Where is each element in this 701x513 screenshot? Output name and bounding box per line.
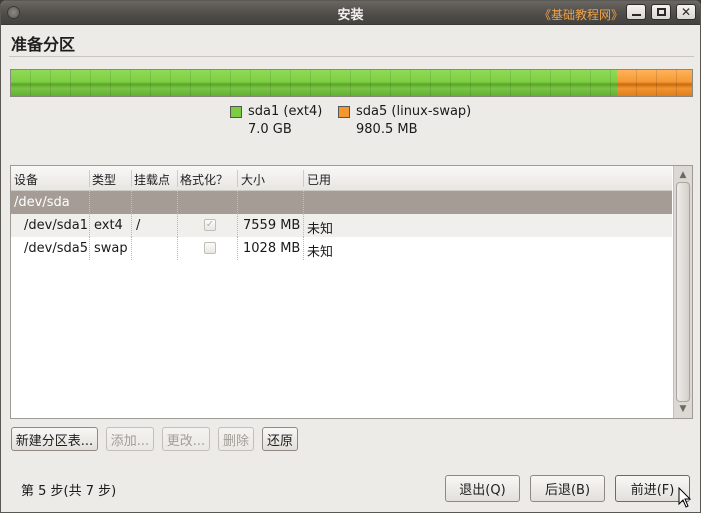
table-row-disk[interactable]: /dev/sda — [11, 191, 672, 214]
column-separator — [303, 191, 304, 214]
header-separator — [131, 170, 132, 187]
column-separator — [177, 237, 178, 260]
header-separator — [177, 170, 178, 187]
column-separator — [303, 214, 304, 237]
legend-swatch-sda5 — [338, 106, 350, 118]
change-partition-button[interactable]: 更改... — [162, 427, 210, 451]
add-partition-button[interactable]: 添加... — [106, 427, 154, 451]
cell-used: 未知 — [307, 222, 334, 237]
column-separator — [89, 237, 90, 260]
title-bar[interactable]: 安装 《基础教程网》 ✕ — [1, 1, 700, 25]
partition-bar-segment-sda5 — [617, 70, 692, 96]
column-separator — [237, 191, 238, 214]
minimize-icon — [631, 14, 641, 16]
cell-used: 未知 — [307, 245, 334, 260]
cell-device: /dev/sda5 — [24, 241, 88, 256]
header-separator — [237, 170, 238, 187]
heading-divider — [9, 56, 694, 57]
column-separator — [303, 237, 304, 260]
cell-type: swap — [94, 241, 128, 256]
legend-size: 980.5 MB — [356, 122, 418, 137]
column-separator — [237, 214, 238, 237]
cell-size: 7559 MB — [243, 218, 301, 233]
maximize-icon — [656, 8, 666, 16]
legend-swatch-sda1 — [230, 106, 242, 118]
watermark-text: 《基础教程网》 — [539, 8, 624, 22]
legend-size: 7.0 GB — [248, 122, 292, 137]
table-row[interactable]: /dev/sda1 ext4 / ✓ 7559 MB 未知 — [11, 214, 672, 237]
column-header-mount[interactable]: 挂载点 — [134, 171, 170, 188]
header-separator — [89, 170, 90, 187]
maximize-button[interactable] — [651, 4, 671, 20]
step-indicator: 第 5 步(共 7 步) — [21, 484, 117, 499]
mouse-cursor-icon — [678, 487, 692, 508]
column-separator — [131, 191, 132, 214]
header-separator — [303, 170, 304, 187]
format-checkbox-checked[interactable]: ✓ — [204, 219, 216, 231]
cell-device: /dev/sda — [14, 195, 70, 210]
cell-mount: / — [136, 218, 141, 233]
partition-table: 设备 类型 挂载点 格式化？ 大小 已用 /dev/sda /dev/sda1 … — [10, 165, 693, 419]
column-separator — [237, 237, 238, 260]
legend-name: sda5 (linux-swap) — [356, 104, 472, 119]
table-header: 设备 类型 挂载点 格式化？ 大小 已用 — [11, 166, 672, 191]
scroll-up-icon[interactable]: ▲ — [678, 170, 688, 180]
column-separator — [131, 214, 132, 237]
close-button[interactable]: ✕ — [676, 4, 696, 20]
cell-type: ext4 — [94, 218, 123, 233]
close-icon: ✕ — [680, 5, 692, 19]
vertical-scrollbar[interactable]: ▲ ▼ — [673, 166, 692, 418]
column-separator — [89, 191, 90, 214]
column-separator — [131, 237, 132, 260]
cell-size: 1028 MB — [243, 241, 301, 256]
column-separator — [89, 214, 90, 237]
quit-button[interactable]: 退出(Q) — [445, 475, 520, 502]
new-partition-table-button[interactable]: 新建分区表... — [11, 427, 98, 451]
partition-table-body[interactable]: 设备 类型 挂载点 格式化？ 大小 已用 /dev/sda /dev/sda1 … — [11, 166, 672, 418]
format-checkbox-unchecked[interactable] — [204, 242, 216, 254]
column-header-size[interactable]: 大小 — [241, 171, 265, 188]
column-separator — [177, 191, 178, 214]
revert-button[interactable]: 还原 — [262, 427, 298, 451]
minimize-button[interactable] — [626, 4, 646, 20]
page-title: 准备分区 — [11, 35, 76, 54]
column-separator — [177, 214, 178, 237]
back-button[interactable]: 后退(B) — [530, 475, 605, 502]
column-header-format[interactable]: 格式化？ — [180, 171, 228, 188]
legend-name: sda1 (ext4) — [248, 104, 323, 119]
column-header-type[interactable]: 类型 — [92, 171, 116, 188]
column-header-device[interactable]: 设备 — [14, 171, 38, 188]
column-header-used[interactable]: 已用 — [307, 171, 331, 188]
table-row[interactable]: /dev/sda5 swap 1028 MB 未知 — [11, 237, 672, 260]
delete-partition-button[interactable]: 删除 — [218, 427, 254, 451]
partition-bar — [10, 69, 693, 97]
partition-bar-segment-sda1 — [11, 70, 617, 96]
installer-window: 安装 《基础教程网》 ✕ 准备分区 sda1 (ext4) 7.0 GB sda… — [0, 0, 701, 513]
scrollbar-thumb[interactable] — [676, 182, 690, 402]
cell-device: /dev/sda1 — [24, 218, 88, 233]
scroll-down-icon[interactable]: ▼ — [678, 404, 688, 414]
